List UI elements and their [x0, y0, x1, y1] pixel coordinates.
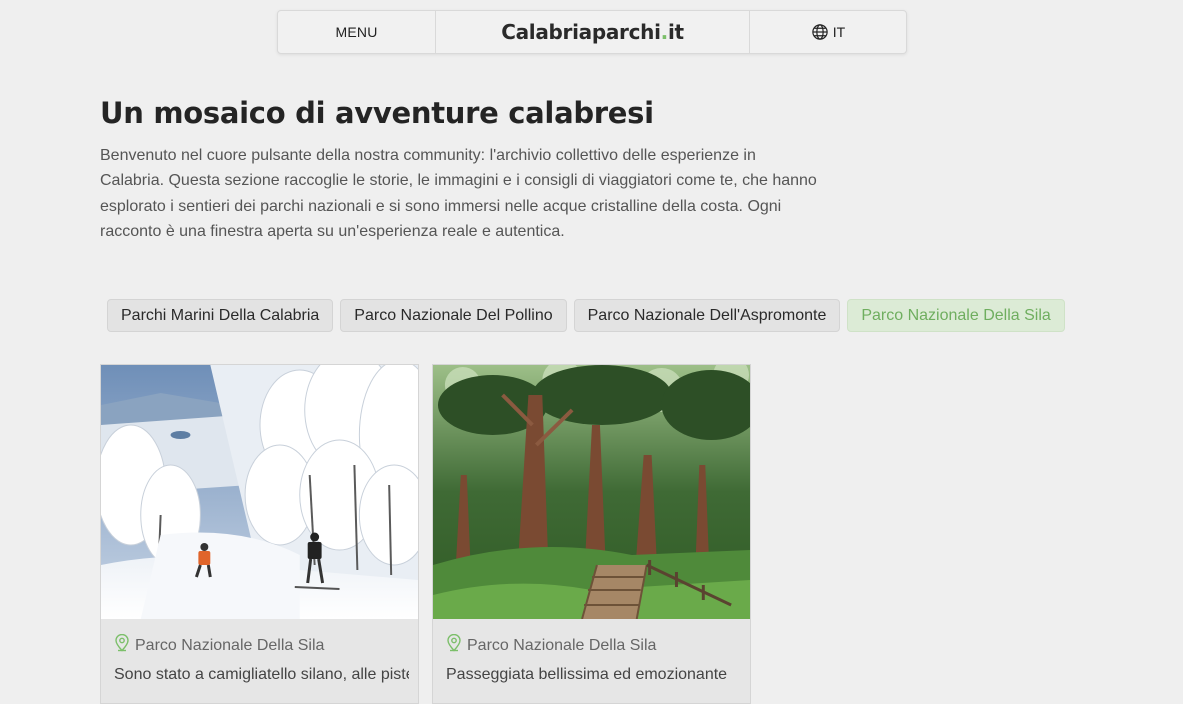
site-logo[interactable]: Calabriaparchi. it — [436, 11, 750, 53]
menu-button[interactable]: MENU — [278, 11, 436, 53]
page-title: Un mosaico di avventure calabresi — [100, 96, 654, 130]
language-label: IT — [832, 24, 846, 40]
map-pin-icon — [114, 633, 130, 657]
card-location: Parco Nazionale Della Sila — [446, 633, 657, 657]
globe-icon — [811, 23, 829, 41]
filter-chip-sila[interactable]: Parco Nazionale Della Sila — [847, 299, 1065, 332]
filter-chip-aspromonte[interactable]: Parco Nazionale Dell'Aspromonte — [573, 299, 841, 332]
experience-card[interactable]: Parco Nazionale Della Sila Passeggiata b… — [432, 364, 751, 704]
snowy-forest-ski-slope-image — [101, 365, 418, 619]
menu-button-label: MENU — [335, 24, 378, 40]
filter-chip-pollino[interactable]: Parco Nazionale Del Pollino — [340, 299, 567, 332]
map-pin-icon — [446, 633, 462, 657]
intro-paragraph: Benvenuto nel cuore pulsante della nostr… — [100, 147, 817, 240]
brand-name: Calabriaparchi — [501, 20, 661, 44]
brand-tld: it — [667, 20, 684, 44]
filter-chip-parchi-marini[interactable]: Parchi Marini Della Calabria — [107, 299, 334, 332]
card-excerpt: Passeggiata bellissima ed emozionante — [446, 666, 728, 683]
pine-forest-boardwalk-image — [433, 365, 750, 619]
card-location: Parco Nazionale Della Sila — [114, 633, 325, 657]
brand-dot: . — [660, 20, 669, 44]
card-excerpt: Sono stato a camigliatello silano, alle … — [114, 666, 409, 683]
language-selector[interactable]: IT — [750, 11, 906, 53]
experience-card[interactable]: Parco Nazionale Della Sila Sono stato a … — [100, 364, 419, 704]
card-location-label: Parco Nazionale Della Sila — [467, 636, 657, 654]
park-filter-bar: Parchi Marini Della Calabria Parco Nazio… — [107, 299, 1065, 332]
card-location-label: Parco Nazionale Della Sila — [135, 636, 325, 654]
top-navigation-bar: MENU Calabriaparchi. it IT — [277, 10, 907, 54]
